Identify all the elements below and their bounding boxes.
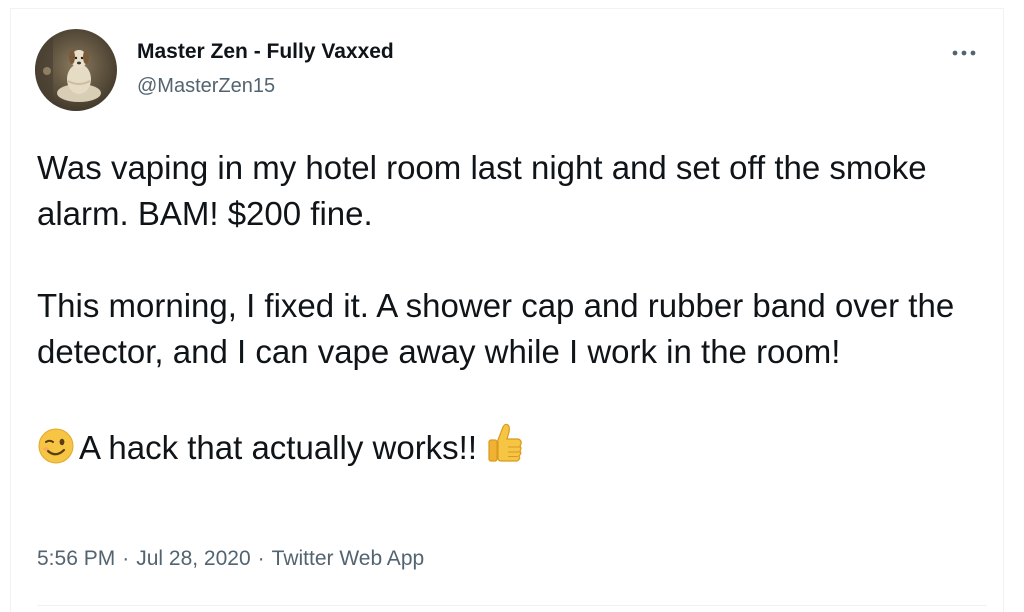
meditating-dog-avatar-icon [35, 29, 117, 111]
tweet-date[interactable]: Jul 28, 2020 [136, 547, 250, 570]
thumbs-up-icon [485, 421, 525, 477]
winking-face-icon [37, 427, 79, 477]
tweet-card: Master Zen - Fully Vaxxed @MasterZen15 W… [10, 8, 1004, 612]
more-options-button[interactable] [947, 41, 981, 65]
more-dots-icon [952, 50, 976, 56]
author-display-name[interactable]: Master Zen - Fully Vaxxed [137, 40, 394, 64]
tweet-metadata: 5:56 PM · Jul 28, 2020 · Twitter Web App [37, 547, 424, 571]
tweet-paragraph: This morning, I fixed it. A shower cap a… [37, 287, 964, 370]
divider [37, 605, 987, 606]
author-avatar[interactable] [35, 29, 117, 111]
author-handle[interactable]: @MasterZen15 [137, 75, 275, 98]
tweet-paragraph-last: A hack that actually works!! [37, 421, 987, 477]
tweet-paragraph: Was vaping in my hotel room last night a… [37, 149, 936, 232]
tweet-final-text: A hack that actually works!! [79, 429, 478, 466]
meta-separator: · [122, 547, 130, 570]
tweet-source[interactable]: Twitter Web App [272, 547, 425, 570]
meta-separator: · [257, 547, 265, 570]
tweet-time[interactable]: 5:56 PM [37, 547, 115, 570]
tweet-body: Was vaping in my hotel room last night a… [37, 145, 987, 477]
